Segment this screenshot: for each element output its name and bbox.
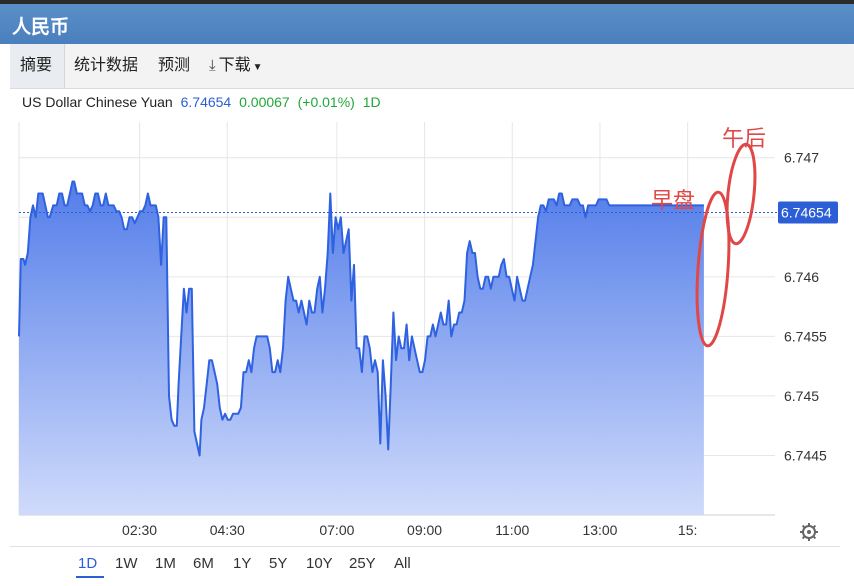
- y-tick-label: 6.7445: [784, 447, 827, 463]
- range-1d[interactable]: 1D: [78, 555, 97, 572]
- annotation-label: 早盘: [651, 188, 695, 213]
- range-25y[interactable]: 25Y: [349, 555, 376, 572]
- tab-forecast-label: 预测: [158, 57, 191, 74]
- tab-statistics-label: 统计数据: [74, 57, 139, 74]
- quote-change: 0.00067: [239, 94, 290, 110]
- range-6m[interactable]: 6M: [193, 555, 214, 572]
- x-tick-label: 09:00: [407, 522, 442, 538]
- range-10y[interactable]: 10Y: [306, 555, 333, 572]
- download-icon: ⤓: [209, 57, 216, 74]
- x-tick-label: 11:00: [495, 522, 529, 538]
- quote-line: US Dollar Chinese Yuan 6.74654 0.00067 (…: [22, 94, 381, 110]
- last-price-tag-label: 6.74654: [781, 205, 832, 221]
- window-title: 人民币: [12, 17, 70, 38]
- y-tick-label: 6.7455: [784, 328, 827, 344]
- y-tick-label: 6.745: [784, 388, 819, 404]
- y-tick-label: 6.746: [784, 269, 819, 285]
- tab-bar: 摘要 统计数据 预测 ⤓ 下载 ▼: [10, 44, 854, 89]
- tab-forecast[interactable]: 预测: [148, 44, 200, 88]
- tab-download-label: 下载: [218, 57, 251, 74]
- tab-summary[interactable]: 摘要: [10, 44, 65, 88]
- range-all[interactable]: All: [394, 555, 411, 572]
- annotation-ellipse: [725, 142, 757, 246]
- tab-download[interactable]: ⤓ 下载 ▼: [199, 44, 273, 88]
- range-1y[interactable]: 1Y: [233, 555, 251, 572]
- y-tick-label: 6.747: [784, 150, 819, 166]
- range-1m[interactable]: 1M: [155, 555, 176, 572]
- tab-statistics[interactable]: 统计数据: [64, 44, 148, 88]
- range-1w[interactable]: 1W: [115, 555, 138, 572]
- tab-summary-label: 摘要: [20, 57, 53, 74]
- x-tick-label: 04:30: [210, 522, 245, 538]
- active-range-underline: [76, 576, 104, 578]
- range-5y[interactable]: 5Y: [269, 555, 287, 572]
- title-bar: 人民币: [0, 4, 854, 44]
- instrument-name: US Dollar Chinese Yuan: [22, 94, 173, 110]
- gear-icon[interactable]: [800, 523, 818, 541]
- price-chart: 6.7476.74656.7466.74556.7456.7445 02:300…: [18, 122, 838, 541]
- quote-price: 6.74654: [180, 94, 232, 110]
- caret-down-icon: ▼: [252, 62, 263, 73]
- range-selector: 1D 1W 1M 6M 1Y 5Y 10Y 25Y All: [10, 546, 840, 583]
- x-tick-label: 13:00: [582, 522, 617, 538]
- x-tick-label: 07:00: [319, 522, 354, 538]
- x-tick-label: 02:30: [122, 522, 157, 538]
- quote-period: 1D: [362, 94, 381, 110]
- quote-change-pct: (+0.01%): [297, 94, 355, 110]
- annotation-label: 午后: [722, 126, 766, 151]
- price-area: [19, 181, 704, 515]
- x-tick-label: 15:: [678, 522, 697, 538]
- last-price-tag: 6.74654: [778, 201, 838, 224]
